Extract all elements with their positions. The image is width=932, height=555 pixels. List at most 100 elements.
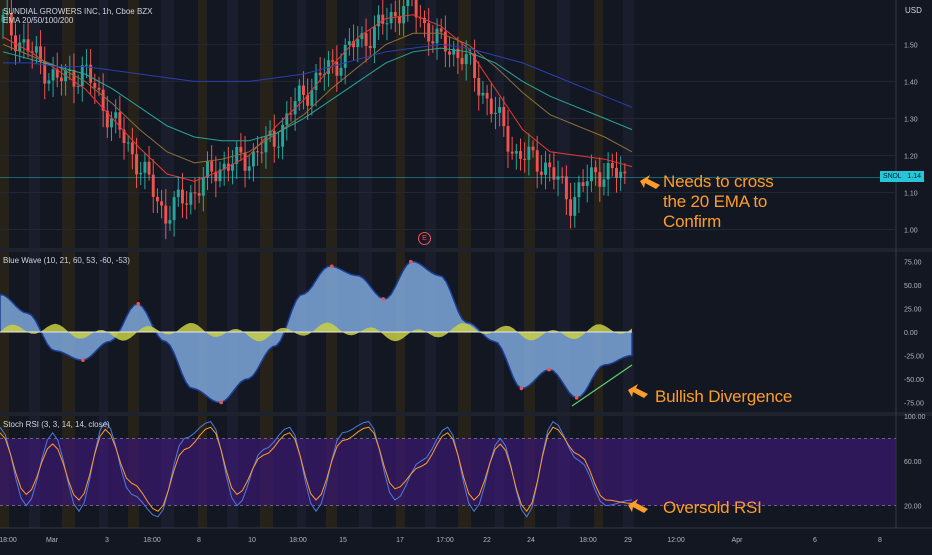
candle-body — [539, 171, 543, 175]
candle-body — [381, 14, 385, 24]
candle-body — [527, 146, 531, 160]
blue-wave-legend[interactable]: Blue Wave (10, 21, 60, 53, -60, -53) — [3, 256, 130, 265]
wave-tick-label: 0.00 — [904, 330, 918, 337]
candle-body — [155, 196, 159, 202]
candle-body — [623, 171, 627, 174]
candle-body — [556, 176, 560, 180]
wave-tick-label: 50.00 — [904, 283, 922, 290]
ema-line — [3, 43, 633, 108]
price-tick-label: 1.40 — [904, 79, 918, 86]
candle-body — [256, 151, 260, 153]
x-tick-label: 18:00 — [579, 537, 597, 544]
candle-body — [22, 39, 26, 43]
candle-body — [193, 192, 197, 194]
wave-tick-label: -75.00 — [904, 401, 924, 408]
candle-body — [519, 151, 522, 159]
candle-body — [335, 61, 339, 76]
x-tick-label: 8 — [197, 537, 201, 544]
pane-divider — [0, 248, 932, 252]
wave-peak-dot — [81, 358, 85, 363]
candle-body — [147, 161, 151, 175]
candle-body — [414, 0, 418, 18]
earnings-event-marker[interactable]: E — [418, 232, 431, 245]
divergence-annotation: Bullish Divergence — [655, 387, 793, 406]
wave-peak-dot — [381, 297, 385, 301]
candle-body — [331, 60, 335, 62]
x-tick-label: 17:00 — [436, 537, 454, 544]
wave-peak-dot — [574, 396, 579, 400]
price-tick-label: 1.20 — [904, 153, 918, 160]
x-tick-label: 29 — [624, 537, 632, 544]
ema-annotation-line-3: Confirm — [663, 212, 722, 231]
candle-body — [602, 179, 606, 187]
candle-body — [464, 54, 468, 65]
price-tick-label: 1.10 — [904, 190, 918, 197]
candle-body — [314, 72, 318, 91]
symbol-title[interactable]: SUNDIAL GROWERS INC, 1h, Cboe BZX — [3, 7, 153, 16]
candle-body — [310, 90, 314, 106]
candle-body — [206, 161, 209, 178]
candle-body — [180, 189, 184, 204]
chart-canvas[interactable]: 1.00 1.10 1.20 1.30 1.40 1.50 75.00 50.00 25.00 0… — [0, 0, 932, 550]
wave-peak-dot — [219, 400, 223, 405]
candle-body — [260, 152, 264, 154]
wave-tick-label: -50.00 — [904, 377, 924, 384]
candle-body — [135, 154, 139, 175]
stoch-rsi-legend[interactable]: Stoch RSI (3, 3, 14, 14, close) — [3, 420, 110, 429]
candle-body — [448, 51, 452, 55]
ema-legend[interactable]: EMA 20/50/100/200 — [3, 16, 73, 25]
blue-wave-pane[interactable] — [0, 259, 633, 407]
candle-body — [477, 78, 481, 96]
price-tag-symbol: SNDL — [883, 173, 902, 180]
candle-body — [493, 112, 497, 115]
wave-tick-label: 25.00 — [904, 306, 922, 313]
candle-body — [160, 201, 164, 206]
candle-body — [531, 146, 535, 151]
price-tick-label: 1.00 — [904, 227, 918, 234]
candle-body — [510, 151, 514, 154]
stoch-tick-label: 20.00 — [904, 504, 922, 511]
candle-body — [197, 193, 201, 196]
x-tick-label: Apr — [732, 537, 744, 544]
x-tick-label: 22 — [483, 537, 491, 544]
candle-body — [610, 162, 614, 169]
candle-body — [506, 126, 510, 152]
candle-body — [489, 98, 493, 115]
wave-peak-dot — [547, 367, 551, 372]
candle-body — [435, 28, 439, 44]
chart-stage: 1.00 1.10 1.20 1.30 1.40 1.50 75.00 50.00 25.00 0… — [0, 0, 932, 550]
candle-body — [606, 162, 610, 180]
candle-body — [34, 46, 38, 53]
candle-body — [168, 220, 172, 224]
candle-body — [485, 92, 489, 99]
left-arrow-icon — [640, 175, 660, 189]
price-tick-label: 1.50 — [904, 42, 918, 49]
ema-line — [2, 47, 633, 142]
candle-body — [339, 67, 343, 76]
candle-body — [239, 146, 243, 153]
candle-body — [535, 150, 539, 172]
wave-peak-dot — [330, 264, 334, 269]
candle-body — [185, 203, 189, 205]
candle-body — [114, 112, 118, 119]
candle-body — [210, 161, 214, 172]
candle-body — [372, 26, 376, 49]
candle-body — [80, 65, 84, 87]
candle-body — [544, 162, 547, 175]
ema-annotation-line-2: the 20 EMA to — [663, 192, 768, 211]
x-tick-label: 18:00 — [289, 537, 307, 544]
pane-divider — [0, 412, 932, 416]
candle-body — [247, 166, 251, 171]
candle-body — [569, 199, 573, 216]
candle-body — [72, 70, 76, 87]
oversold-annotation: Oversold RSI — [663, 498, 762, 517]
candle-body — [439, 28, 443, 32]
candle-body — [577, 182, 581, 197]
candle-body — [548, 162, 552, 168]
candle-body — [385, 23, 389, 25]
candle-body — [243, 152, 247, 171]
candle-body — [201, 177, 205, 196]
candle-body — [598, 172, 602, 187]
candle-body — [514, 151, 518, 154]
wave-tick-label: 75.00 — [904, 259, 922, 266]
